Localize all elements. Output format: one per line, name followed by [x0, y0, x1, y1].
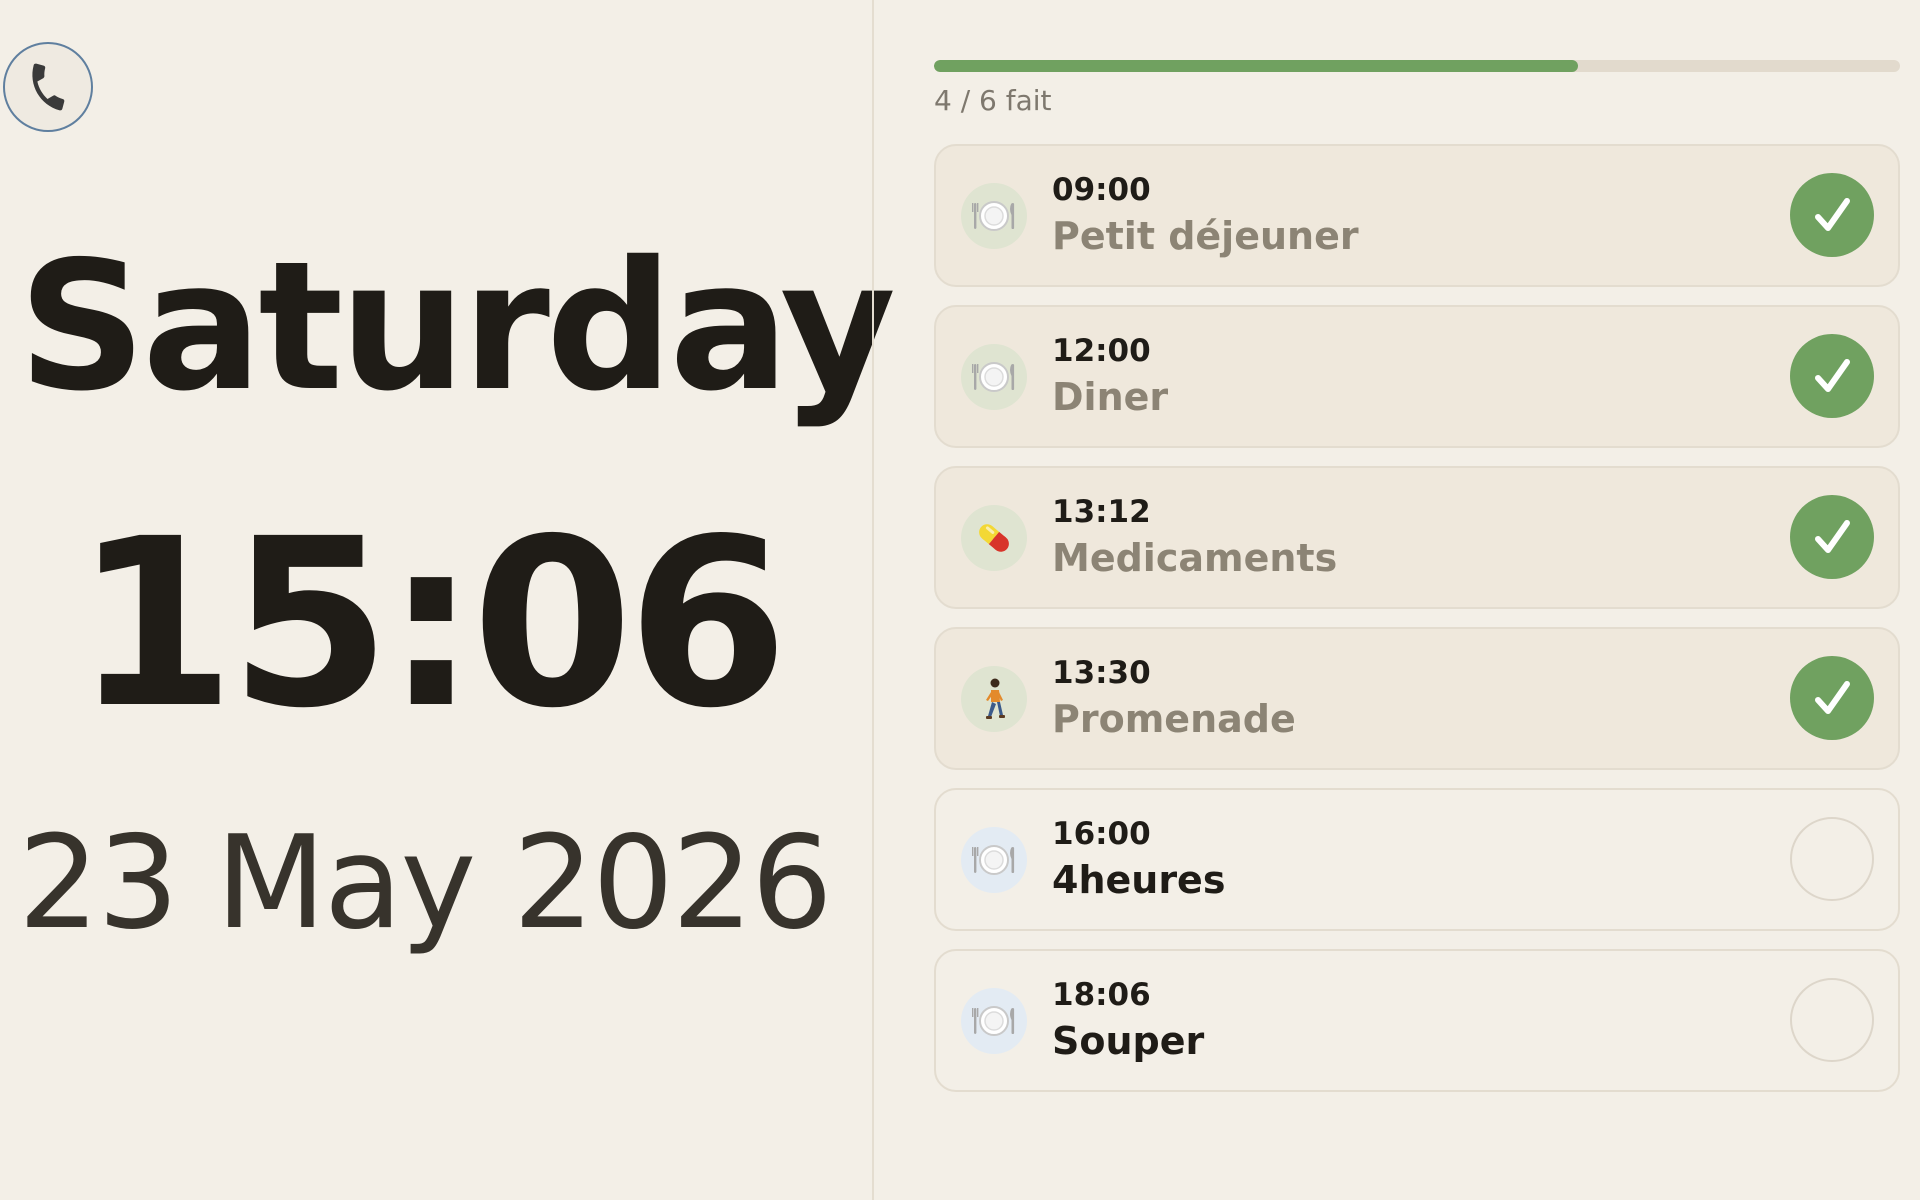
task-time: 13:30 — [1052, 655, 1151, 691]
task-time: 09:00 — [1052, 172, 1151, 208]
walking-person-icon — [961, 666, 1027, 732]
task-name: Souper — [1052, 1019, 1205, 1063]
progress-label: 4 / 6 fait — [934, 84, 1052, 117]
task-status-toggle[interactable] — [1790, 334, 1874, 418]
plate-cutlery-icon — [961, 183, 1027, 249]
progress-fill — [934, 60, 1579, 72]
check-mark-icon — [1815, 359, 1850, 392]
task-status-toggle[interactable] — [1790, 817, 1874, 901]
task-time: 13:12 — [1052, 494, 1151, 530]
task-name: Diner — [1052, 375, 1169, 419]
check-mark-icon — [1815, 198, 1850, 231]
pill-icon — [961, 505, 1027, 571]
check-mark-icon — [1815, 681, 1850, 714]
plate-cutlery-icon — [961, 988, 1027, 1054]
task-time: 18:06 — [1052, 977, 1151, 1013]
task-status-toggle[interactable] — [1790, 173, 1874, 257]
task-list: 09:00 Petit déjeuner 12:00 Diner 13:12 M… — [934, 144, 1900, 1110]
current-time: 15:06 — [74, 489, 788, 759]
call-button[interactable] — [3, 42, 93, 132]
task-name: Medicaments — [1052, 536, 1338, 580]
screen: Saturday 15:06 23 May 2026 4 / 6 fait 09… — [0, 0, 1920, 1200]
task-time: 16:00 — [1052, 816, 1151, 852]
plate-cutlery-icon — [961, 344, 1027, 410]
plate-cutlery-icon — [961, 827, 1027, 893]
task-item[interactable]: 12:00 Diner — [934, 305, 1900, 448]
task-status-toggle[interactable] — [1790, 656, 1874, 740]
task-status-toggle[interactable] — [1790, 978, 1874, 1062]
schedule-panel: 4 / 6 fait 09:00 Petit déjeuner 12:00 Di… — [934, 0, 1900, 1200]
task-item[interactable]: 09:00 Petit déjeuner — [934, 144, 1900, 287]
task-item[interactable]: 16:00 4heures — [934, 788, 1900, 931]
day-name: Saturday — [18, 223, 896, 430]
task-time: 12:00 — [1052, 333, 1151, 369]
progress-bar — [934, 60, 1900, 72]
current-date: 23 May 2026 — [18, 809, 833, 958]
check-mark-icon — [1815, 520, 1850, 553]
panel-divider — [872, 0, 874, 1200]
task-status-toggle[interactable] — [1790, 495, 1874, 579]
task-item[interactable]: 13:12 Medicaments — [934, 466, 1900, 609]
phone-icon — [22, 61, 74, 113]
task-item[interactable]: 18:06 Souper — [934, 949, 1900, 1092]
task-name: 4heures — [1052, 858, 1226, 902]
task-item[interactable]: 13:30 Promenade — [934, 627, 1900, 770]
task-name: Petit déjeuner — [1052, 214, 1359, 258]
task-name: Promenade — [1052, 697, 1296, 741]
clock-panel: Saturday 15:06 23 May 2026 — [0, 0, 896, 1200]
